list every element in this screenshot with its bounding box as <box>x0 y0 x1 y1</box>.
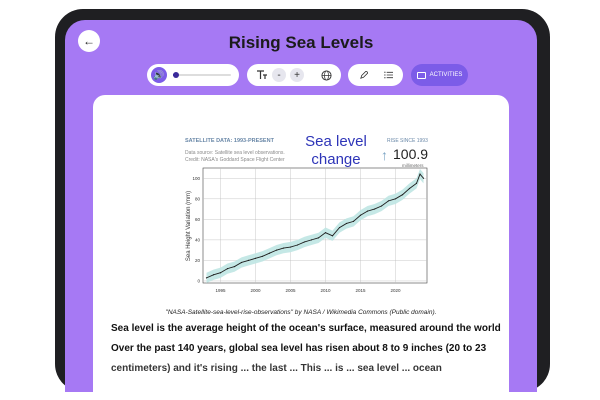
content-panel: SATELLITE DATA: 1993-PRESENT Data source… <box>93 95 509 392</box>
text-controls: - + <box>247 64 341 86</box>
increase-text-button[interactable]: + <box>290 68 304 82</box>
data-point <box>233 265 236 268</box>
audio-progress-slider[interactable] <box>172 72 231 78</box>
data-point <box>247 259 250 262</box>
data-point <box>289 246 292 248</box>
data-point <box>366 210 369 212</box>
data-point <box>205 277 208 279</box>
data-point <box>282 247 285 249</box>
x-tick-label: 2015 <box>355 288 366 293</box>
app-screen: ← Rising Sea Levels 🔊 - + ACTIVITIES SAT… <box>65 20 537 392</box>
y-tick-label: 80 <box>195 197 201 202</box>
data-point <box>240 261 243 264</box>
data-point <box>254 257 257 259</box>
data-point <box>275 249 278 251</box>
image-caption: "NASA-Satellite-sea-level-rise-observati… <box>165 309 437 316</box>
activities-label: ACTIVITIES <box>429 72 463 78</box>
x-tick-label: 2000 <box>250 288 261 293</box>
globe-icon[interactable] <box>319 68 333 82</box>
data-point <box>212 274 215 276</box>
data-point <box>408 187 411 190</box>
monitor-icon <box>416 71 426 79</box>
y-tick-label: 60 <box>195 217 201 222</box>
activities-button[interactable]: ACTIVITIES <box>411 64 468 86</box>
audio-player: 🔊 <box>147 64 239 86</box>
y-tick-label: 40 <box>195 238 201 243</box>
data-point <box>415 182 418 185</box>
data-point <box>422 177 425 179</box>
y-tick-label: 0 <box>197 279 200 284</box>
data-point <box>331 235 334 237</box>
audio-progress-handle[interactable] <box>172 72 179 78</box>
x-tick-label: 1995 <box>215 288 226 293</box>
data-point <box>219 272 222 274</box>
text-size-icon[interactable] <box>255 68 269 82</box>
paragraph-line-3: centimeters) and it's rising ... the las… <box>111 363 442 374</box>
data-point <box>317 237 320 239</box>
data-point <box>387 200 390 202</box>
data-point <box>338 226 341 229</box>
data-point <box>394 198 397 200</box>
page-title: Rising Sea Levels <box>228 33 374 52</box>
data-point <box>226 268 229 270</box>
decrease-text-button[interactable]: - <box>272 68 286 82</box>
list-icon[interactable] <box>381 68 395 82</box>
paragraph-line-1: Sea level is the average height of the o… <box>111 323 501 334</box>
chart-plot: 0 20 40 60 80 100 1995 2000 2005 2010 2015 2020 <box>192 167 428 293</box>
data-point <box>419 173 421 175</box>
data-point <box>359 214 362 216</box>
data-point <box>296 244 299 246</box>
data-point <box>380 205 383 207</box>
speaker-icon: 🔊 <box>153 69 165 80</box>
data-point <box>268 252 271 254</box>
y-tick-label: 100 <box>192 176 200 181</box>
pen-icon[interactable] <box>356 68 370 82</box>
data-point <box>324 232 327 234</box>
x-tick-label: 2005 <box>285 288 296 293</box>
data-point <box>345 222 348 225</box>
data-point <box>373 208 376 210</box>
x-tick-label: 2010 <box>320 288 331 293</box>
data-point <box>401 194 404 196</box>
sea-level-chart: SATELLITE DATA: 1993-PRESENT Data source… <box>173 128 437 303</box>
x-tick-label: 2020 <box>390 288 401 293</box>
tools-group <box>348 64 403 86</box>
data-point <box>303 241 306 243</box>
data-point <box>352 220 355 222</box>
data-point <box>261 255 264 257</box>
data-point <box>310 239 313 241</box>
volume-button[interactable]: 🔊 <box>151 67 167 83</box>
y-tick-label: 20 <box>195 258 201 263</box>
paragraph-line-2: Over the past 140 years, global sea leve… <box>111 343 487 354</box>
